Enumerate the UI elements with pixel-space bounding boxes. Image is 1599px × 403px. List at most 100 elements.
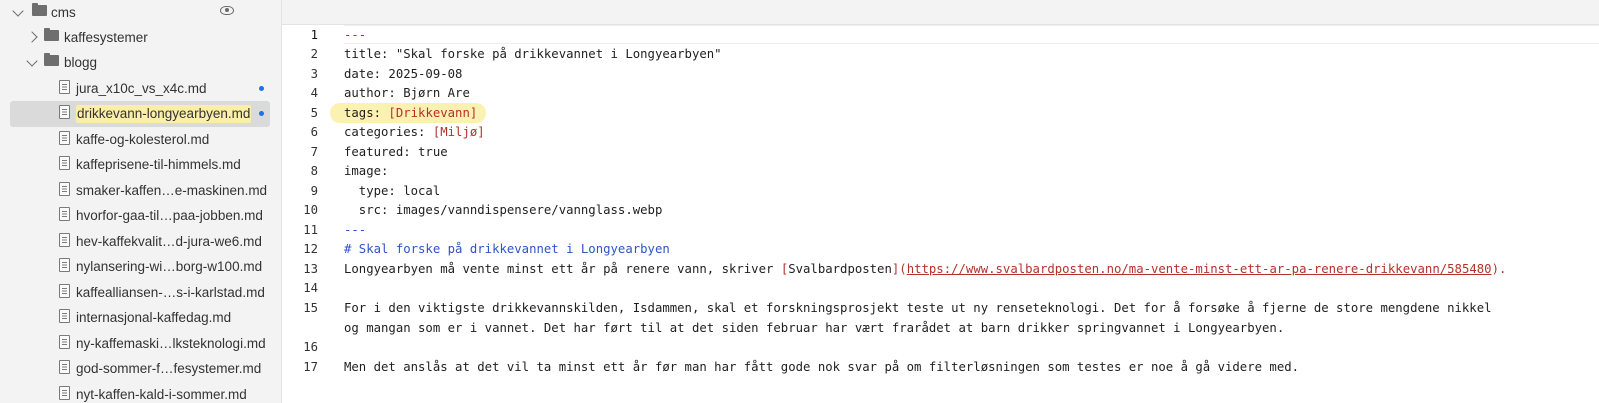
tree-file[interactable]: kaffe-og-kolesterol.md <box>0 127 281 153</box>
current-line-highlight <box>344 25 1599 44</box>
tree-file[interactable]: kaffealliansen-…s-i-karlstad.md <box>0 280 281 306</box>
folder-icon <box>44 53 59 66</box>
code-line-image: image: <box>344 164 389 178</box>
file-icon <box>59 80 70 94</box>
line-number: 3 <box>310 67 318 81</box>
line-number: 14 <box>303 281 318 295</box>
tree-folder-label: kaffesystemer <box>64 30 148 45</box>
editor-tab-bar <box>282 0 1599 25</box>
line-number: 5 <box>310 106 318 120</box>
chevron-down-icon[interactable] <box>26 55 38 67</box>
chevron-down-icon[interactable] <box>12 5 24 17</box>
link-bracket: ]( <box>891 262 907 276</box>
line-number: 17 <box>303 360 318 374</box>
tree-file-label: jura_x10c_vs_x4c.md <box>76 81 207 96</box>
tree-file-label: hev-kaffekvalit…d-jura-we6.md <box>76 234 262 249</box>
tree-file-label: god-sommer-f…fesystemer.md <box>76 361 262 376</box>
tree-file[interactable]: god-sommer-f…fesystemer.md <box>0 356 281 382</box>
link-text: Svalbardposten <box>788 262 892 276</box>
file-explorer-sidebar: cms kaffesystemer blogg jura_x10c_vs_x4c… <box>0 0 282 403</box>
code-line-frontmatter-start: --- <box>344 28 367 42</box>
tree-file-label: kaffeprisene-til-himmels.md <box>76 157 241 172</box>
link-bracket: ). <box>1491 262 1507 276</box>
tree-file[interactable]: kaffeprisene-til-himmels.md <box>0 152 281 178</box>
tree-file-label: drikkevann-longyearbyen.md <box>76 105 252 123</box>
tree-file-label: nyt-kaffen-kald-i-sommer.md <box>76 387 247 402</box>
tree-file-label: internasjonal-kaffedag.md <box>76 310 232 325</box>
tree-file[interactable]: nyt-kaffen-kald-i-sommer.md <box>0 382 281 403</box>
tree-file-label: smaker-kaffen…e-maskinen.md <box>76 183 268 198</box>
line-number: 2 <box>310 47 318 61</box>
tree-file-label: nylansering-wi…borg-w100.md <box>76 259 263 274</box>
tree-file-label: hvorfor-gaa-til…paa-jobben.md <box>76 208 263 223</box>
line-number: 13 <box>303 262 318 276</box>
file-icon <box>59 207 70 221</box>
code-line-intro: Longyearbyen må vente minst ett år på re… <box>344 260 1506 278</box>
yaml-key: tags: <box>344 106 389 120</box>
code-line-featured: featured: true <box>344 145 448 159</box>
file-icon <box>59 182 70 196</box>
file-icon <box>59 233 70 247</box>
folder-icon <box>44 28 59 41</box>
folder-icon <box>32 3 47 16</box>
tree-folder-kaffesystemer[interactable]: kaffesystemer <box>0 25 281 51</box>
line-number: 6 <box>310 125 318 139</box>
line-number: 7 <box>310 145 318 159</box>
tree-file[interactable]: jura_x10c_vs_x4c.md <box>0 76 281 102</box>
line-number: 9 <box>310 184 318 198</box>
code-line-title: title: "Skal forske på drikkevannet i Lo… <box>344 47 722 61</box>
yaml-key: categories: <box>344 125 433 139</box>
code-line-paragraph-1a: For i den viktigste drikkevannskilden, I… <box>344 301 1492 315</box>
code-line-author: author: Bjørn Are <box>344 86 470 100</box>
file-icon <box>59 335 70 349</box>
tree-file-label: ny-kaffemaski…lksteknologi.md <box>76 336 266 351</box>
file-icon <box>59 309 70 323</box>
tree-file-selected[interactable]: drikkevann-longyearbyen.md <box>0 101 281 127</box>
line-number: 12 <box>303 242 318 256</box>
tree-folder-label: cms <box>51 5 76 20</box>
code-line-date: date: 2025-09-08 <box>344 67 463 81</box>
file-icon <box>59 131 70 145</box>
tree-file[interactable]: internasjonal-kaffedag.md <box>0 305 281 331</box>
file-icon <box>59 360 70 374</box>
file-icon <box>59 105 70 119</box>
chevron-right-icon[interactable] <box>26 31 38 43</box>
tree-folder-cms[interactable]: cms <box>0 0 281 26</box>
line-number: 4 <box>310 86 318 100</box>
yaml-list-value: [Drikkevann] <box>388 106 478 120</box>
tree-file[interactable]: smaker-kaffen…e-maskinen.md <box>0 178 281 204</box>
file-icon <box>59 386 70 400</box>
code-line-image-src: src: images/vanndispensere/vannglass.web… <box>344 203 663 217</box>
markdown-editor[interactable]: 1 2 3 4 5 6 7 8 9 10 11 12 13 14 15 16 1… <box>282 25 1599 403</box>
code-line-categories: categories: [Miljø] <box>344 123 485 141</box>
file-icon <box>59 258 70 272</box>
line-number: 15 <box>303 301 318 315</box>
tree-file-label: kaffe-og-kolesterol.md <box>76 132 210 147</box>
paragraph-text: Longyearbyen må vente minst ett år på re… <box>344 262 781 276</box>
tree-folder-blogg[interactable]: blogg <box>0 50 281 76</box>
line-number: 1 <box>310 28 318 42</box>
line-number: 11 <box>303 223 318 237</box>
link-url[interactable]: https://www.svalbardposten.no/ma-vente-m… <box>907 262 1492 276</box>
yaml-list-value: [Miljø] <box>432 125 485 139</box>
code-line-image-type: type: local <box>344 184 441 198</box>
code-line-frontmatter-end: --- <box>344 223 367 237</box>
code-line-tags: tags: [Drikkevann] <box>344 104 477 122</box>
code-line-heading: # Skal forske på drikkevannet i Longyear… <box>344 242 670 256</box>
modified-dot <box>259 86 264 91</box>
code-line-paragraph-1b: og mangan som er i vannet. Det har ført … <box>344 321 1285 335</box>
file-icon <box>59 284 70 298</box>
tree-file[interactable]: ny-kaffemaski…lksteknologi.md <box>0 331 281 357</box>
modified-dot <box>259 111 264 116</box>
tree-folder-label: blogg <box>64 55 98 70</box>
eye-icon[interactable] <box>220 6 234 15</box>
tree-file[interactable]: hev-kaffekvalit…d-jura-we6.md <box>0 229 281 255</box>
line-number: 8 <box>310 164 318 178</box>
tree-file[interactable]: nylansering-wi…borg-w100.md <box>0 254 281 280</box>
line-number: 10 <box>303 203 318 217</box>
code-line-paragraph-2: Men det anslås at det vil ta minst ett å… <box>344 360 1300 374</box>
tree-file-label: kaffealliansen-…s-i-karlstad.md <box>76 285 265 300</box>
tree-file[interactable]: hvorfor-gaa-til…paa-jobben.md <box>0 203 281 229</box>
line-number: 16 <box>303 340 318 354</box>
file-icon <box>59 156 70 170</box>
